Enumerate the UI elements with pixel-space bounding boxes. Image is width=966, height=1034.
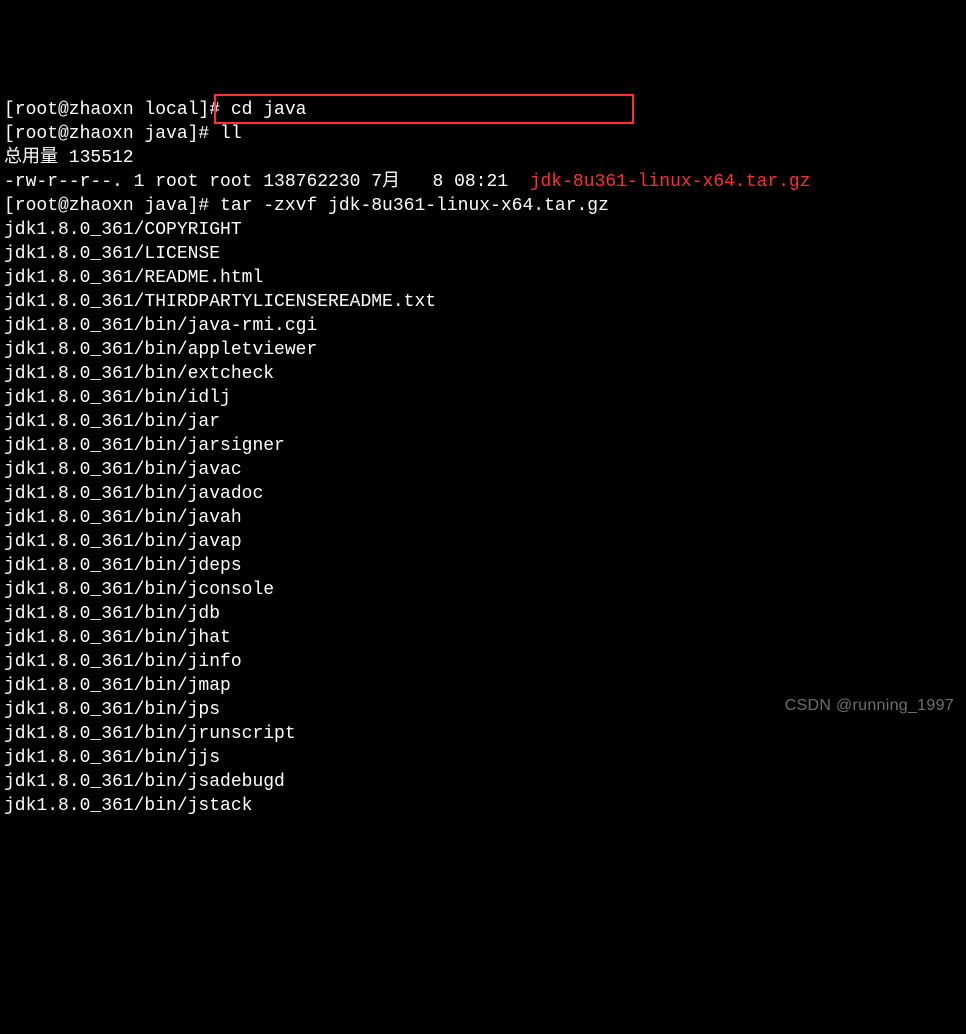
extracted-file-line: jdk1.8.0_361/THIRDPARTYLICENSEREADME.txt <box>4 290 962 314</box>
prompt-line: [root@zhaoxn java]# ll <box>4 122 962 146</box>
extracted-file-line: jdk1.8.0_361/bin/javah <box>4 506 962 530</box>
total-line: 总用量 135512 <box>4 146 962 170</box>
prompt-line: [root@zhaoxn local]# cd java <box>4 98 962 122</box>
extracted-file-line: jdk1.8.0_361/bin/jar <box>4 410 962 434</box>
extracted-file-line: jdk1.8.0_361/bin/jarsigner <box>4 434 962 458</box>
extracted-file-line: jdk1.8.0_361/bin/javap <box>4 530 962 554</box>
extracted-file-line: jdk1.8.0_361/bin/java-rmi.cgi <box>4 314 962 338</box>
prompt-line: [root@zhaoxn java]# tar -zxvf jdk-8u361-… <box>4 194 962 218</box>
watermark-text: CSDN @running_1997 <box>785 694 954 718</box>
ls-entry: -rw-r--r--. 1 root root 138762230 7月 8 0… <box>4 170 962 194</box>
extracted-file-line: jdk1.8.0_361/bin/appletviewer <box>4 338 962 362</box>
extracted-file-line: jdk1.8.0_361/bin/jjs <box>4 746 962 770</box>
extracted-file-line: jdk1.8.0_361/bin/jdeps <box>4 554 962 578</box>
extracted-file-line: jdk1.8.0_361/bin/javac <box>4 458 962 482</box>
extracted-file-line: jdk1.8.0_361/bin/javadoc <box>4 482 962 506</box>
extracted-file-line: jdk1.8.0_361/LICENSE <box>4 242 962 266</box>
extracted-file-line: jdk1.8.0_361/bin/jconsole <box>4 578 962 602</box>
extracted-file-line: jdk1.8.0_361/README.html <box>4 266 962 290</box>
extracted-file-line: jdk1.8.0_361/bin/jrunscript <box>4 722 962 746</box>
extracted-file-line: jdk1.8.0_361/bin/extcheck <box>4 362 962 386</box>
extracted-file-line: jdk1.8.0_361/bin/jdb <box>4 602 962 626</box>
extracted-file-line: jdk1.8.0_361/bin/idlj <box>4 386 962 410</box>
extracted-file-line: jdk1.8.0_361/bin/jstack <box>4 794 962 818</box>
extracted-file-line: jdk1.8.0_361/bin/jhat <box>4 626 962 650</box>
extracted-file-line: jdk1.8.0_361/bin/jinfo <box>4 650 962 674</box>
ls-filename: jdk-8u361-linux-x64.tar.gz <box>530 172 811 192</box>
extracted-file-line: jdk1.8.0_361/bin/jsadebugd <box>4 770 962 794</box>
extracted-file-line: jdk1.8.0_361/COPYRIGHT <box>4 218 962 242</box>
